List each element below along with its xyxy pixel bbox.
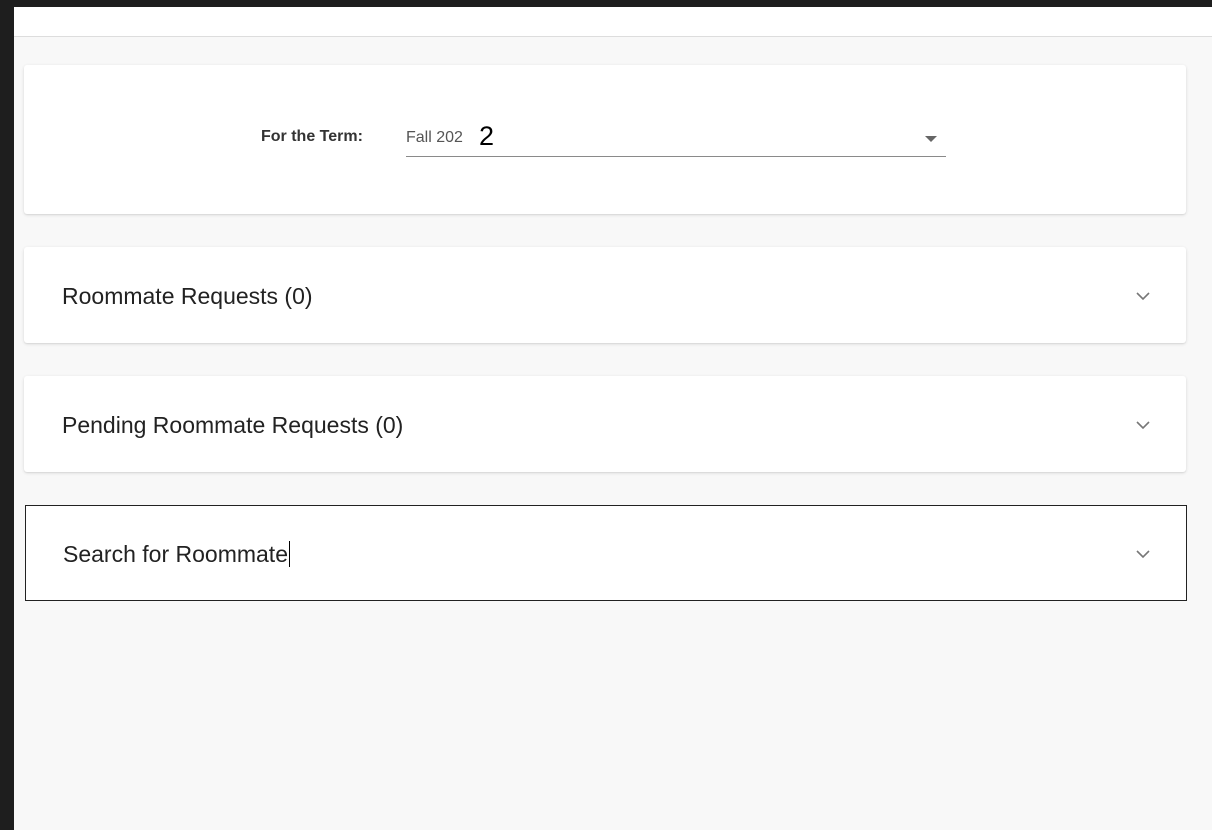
chevron-down-icon bbox=[1136, 292, 1150, 301]
term-overlay-digit: 2 bbox=[479, 121, 495, 151]
pending-roommate-requests-panel[interactable]: Pending Roommate Requests (0) bbox=[24, 376, 1186, 472]
search-for-roommate-panel[interactable]: Search for Roommate bbox=[25, 505, 1187, 601]
search-for-roommate-label: Search for Roommate bbox=[63, 541, 288, 567]
chevron-down-icon bbox=[1136, 421, 1150, 430]
term-selector-card: For the Term: Fall 202 2 bbox=[24, 65, 1186, 214]
term-selected-value: Fall 202 bbox=[406, 129, 463, 146]
text-cursor bbox=[288, 541, 290, 567]
app-window: For the Term: Fall 202 2 Roommate Reques… bbox=[14, 7, 1212, 830]
term-select[interactable]: Fall 202 2 bbox=[406, 120, 946, 157]
pending-roommate-requests-title: Pending Roommate Requests (0) bbox=[62, 412, 404, 438]
top-bar bbox=[14, 7, 1212, 37]
search-for-roommate-title: Search for Roommate bbox=[63, 540, 290, 568]
roommate-requests-panel[interactable]: Roommate Requests (0) bbox=[24, 247, 1186, 343]
term-label: For the Term: bbox=[261, 128, 363, 145]
chevron-down-icon bbox=[1136, 550, 1150, 559]
dropdown-caret-icon bbox=[925, 136, 937, 142]
roommate-requests-title: Roommate Requests (0) bbox=[62, 283, 313, 309]
